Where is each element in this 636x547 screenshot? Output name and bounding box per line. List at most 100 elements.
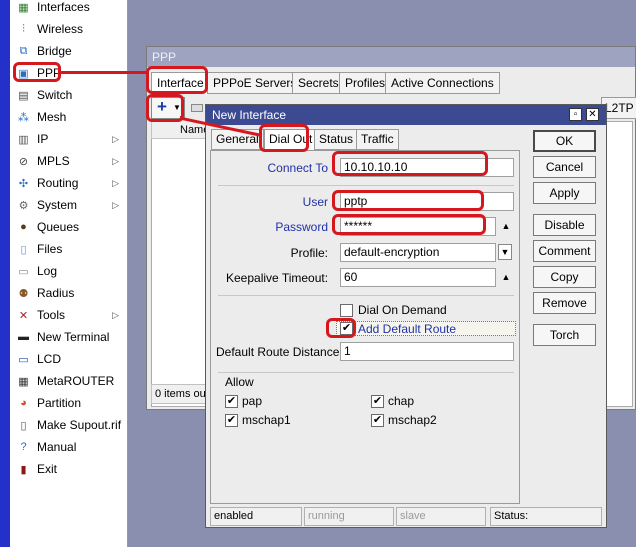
terminal-icon: ▬ bbox=[18, 331, 29, 343]
keepalive-timeout-label: Keepalive Timeout: bbox=[226, 271, 329, 285]
tab-traffic[interactable]: Traffic bbox=[356, 129, 399, 150]
sidebar-item-label: Radius bbox=[37, 286, 75, 300]
manual-help-icon: ? bbox=[20, 441, 27, 453]
torch-button[interactable]: Torch bbox=[533, 324, 596, 346]
ip-icon: ▥ bbox=[18, 133, 29, 146]
partition-icon: ◕ bbox=[20, 397, 27, 409]
profile-select[interactable]: default-encryption bbox=[340, 243, 496, 262]
collapse-up-icon[interactable]: ▲ bbox=[498, 218, 514, 235]
sidebar-item-label: IP bbox=[37, 132, 49, 146]
sidebar-item-system[interactable]: ⚙ System ▷ bbox=[10, 194, 127, 216]
sidebar-item-label: LCD bbox=[37, 352, 62, 366]
sidebar-item-interfaces[interactable]: ▦ Interfaces bbox=[10, 0, 127, 18]
collapse-up-icon[interactable]: ▲ bbox=[498, 269, 514, 286]
sidebar-item-label: Exit bbox=[37, 462, 58, 476]
main-menu-sidebar: ▦ Interfaces ⫶ Wireless ⧉ Bridge ▣ PPP ▤ Switch ⁂ M… bbox=[10, 0, 128, 547]
dial-on-demand-label: Dial On Demand bbox=[358, 303, 447, 317]
sidebar-item-switch[interactable]: ▤ Switch bbox=[10, 84, 127, 106]
copy-button[interactable]: Copy bbox=[533, 266, 596, 288]
default-route-distance-label: Default Route Distance: bbox=[216, 345, 343, 359]
sidebar-item-label: Interfaces bbox=[37, 0, 90, 14]
sidebar-item-label: New Terminal bbox=[37, 330, 110, 344]
apply-button[interactable]: Apply bbox=[533, 182, 596, 204]
user-label: User bbox=[302, 195, 328, 209]
sidebar-item-label: Switch bbox=[37, 88, 73, 102]
status-label: Status: bbox=[490, 507, 602, 526]
annotation-connect-to-highlight bbox=[332, 151, 488, 176]
sidebar-item-label: Mesh bbox=[37, 110, 67, 124]
tab-status[interactable]: Status bbox=[314, 129, 359, 150]
comment-button[interactable]: Comment bbox=[533, 240, 596, 262]
divider bbox=[218, 372, 514, 373]
sidebar-item-label: Partition bbox=[37, 396, 82, 410]
sidebar-item-mpls[interactable]: ⊘ MPLS ▷ bbox=[10, 150, 127, 172]
submenu-arrow-icon: ▷ bbox=[112, 199, 119, 210]
winbox-side-strip bbox=[0, 0, 10, 547]
annotation-dial-out-tab-highlight bbox=[259, 124, 309, 152]
pap-checkbox[interactable]: ✔ bbox=[225, 395, 238, 408]
pap-label: pap bbox=[242, 394, 263, 408]
sidebar-item-exit[interactable]: ▮ Exit bbox=[10, 458, 127, 480]
sidebar-item-bridge[interactable]: ⧉ Bridge bbox=[10, 40, 127, 62]
sidebar-item-label: MPLS bbox=[37, 154, 70, 168]
password-label: Password bbox=[275, 220, 328, 234]
default-route-distance-field[interactable]: 1 bbox=[340, 342, 514, 361]
routing-icon: ✣ bbox=[18, 177, 29, 190]
sidebar-item-ip[interactable]: ▥ IP ▷ bbox=[10, 128, 127, 150]
add-default-route-label: Add Default Route bbox=[358, 322, 457, 336]
mpls-icon: ⊘ bbox=[18, 155, 29, 168]
sidebar-item-lcd[interactable]: ▭ LCD bbox=[10, 348, 127, 370]
sidebar-item-label: Routing bbox=[37, 176, 79, 190]
sidebar-item-make-supout-rif[interactable]: ▯ Make Supout.rif bbox=[10, 414, 127, 436]
tab-secrets[interactable]: Secrets bbox=[292, 72, 345, 94]
mschap2-checkbox[interactable]: ✔ bbox=[371, 414, 384, 427]
mschap2-label: mschap2 bbox=[388, 413, 437, 427]
sidebar-item-files[interactable]: ▯ Files bbox=[10, 238, 127, 260]
chap-checkbox[interactable]: ✔ bbox=[371, 395, 384, 408]
exit-door-icon: ▮ bbox=[20, 463, 27, 476]
dropdown-arrow-icon[interactable]: ▼ bbox=[498, 244, 512, 260]
ppp-window-title[interactable]: PPP bbox=[147, 47, 635, 67]
files-icon: ▯ bbox=[20, 243, 27, 256]
system-gear-icon: ⚙ bbox=[18, 199, 29, 212]
sidebar-item-routing[interactable]: ✣ Routing ▷ bbox=[10, 172, 127, 194]
keepalive-timeout-field[interactable]: 60 bbox=[340, 268, 496, 287]
close-icon[interactable]: ✕ bbox=[586, 108, 599, 121]
mschap1-label: mschap1 bbox=[242, 413, 291, 427]
connect-to-label: Connect To bbox=[267, 161, 329, 175]
sidebar-item-queues[interactable]: ● Queues bbox=[10, 216, 127, 238]
annotation-connector bbox=[60, 71, 148, 74]
tab-active-connections[interactable]: Active Connections bbox=[385, 72, 500, 94]
radius-users-icon: ⚉ bbox=[18, 287, 29, 300]
disable-button[interactable]: Disable bbox=[533, 214, 596, 236]
sidebar-item-wireless[interactable]: ⫶ Wireless bbox=[10, 18, 127, 40]
chap-label: chap bbox=[388, 394, 415, 408]
mesh-icon: ⁂ bbox=[18, 111, 29, 124]
sidebar-item-tools[interactable]: ✕ Tools ▷ bbox=[10, 304, 127, 326]
sidebar-item-new-terminal[interactable]: ▬ New Terminal bbox=[10, 326, 127, 348]
dialog-title[interactable]: New Interface bbox=[206, 105, 606, 125]
tab-profiles[interactable]: Profiles bbox=[339, 72, 392, 94]
remove-icon[interactable] bbox=[191, 104, 203, 112]
remove-button[interactable]: Remove bbox=[533, 292, 596, 314]
items-count-status: 0 items out bbox=[151, 384, 211, 404]
sidebar-item-manual[interactable]: ? Manual bbox=[10, 436, 127, 458]
sidebar-item-mesh[interactable]: ⁂ Mesh bbox=[10, 106, 127, 128]
supout-icon: ▯ bbox=[20, 419, 27, 432]
sidebar-item-label: Log bbox=[37, 264, 58, 278]
divider bbox=[218, 185, 514, 186]
dial-on-demand-checkbox[interactable] bbox=[340, 304, 353, 317]
switch-icon: ▤ bbox=[18, 89, 29, 102]
sidebar-item-log[interactable]: ▭ Log bbox=[10, 260, 127, 282]
sidebar-item-metarouter[interactable]: ▦ MetaROUTER bbox=[10, 370, 127, 392]
ok-button[interactable]: OK bbox=[533, 130, 596, 152]
submenu-arrow-icon: ▷ bbox=[112, 309, 119, 320]
sidebar-item-partition[interactable]: ◕ Partition bbox=[10, 392, 127, 414]
mschap1-checkbox[interactable]: ✔ bbox=[225, 414, 238, 427]
maximize-icon[interactable]: ▫ bbox=[569, 108, 582, 121]
tools-icon: ✕ bbox=[18, 309, 29, 322]
sidebar-item-label: Make Supout.rif bbox=[37, 418, 122, 432]
sidebar-item-radius[interactable]: ⚉ Radius bbox=[10, 282, 127, 304]
cancel-button[interactable]: Cancel bbox=[533, 156, 596, 178]
tab-pppoe-servers[interactable]: PPPoE Servers bbox=[207, 72, 303, 94]
